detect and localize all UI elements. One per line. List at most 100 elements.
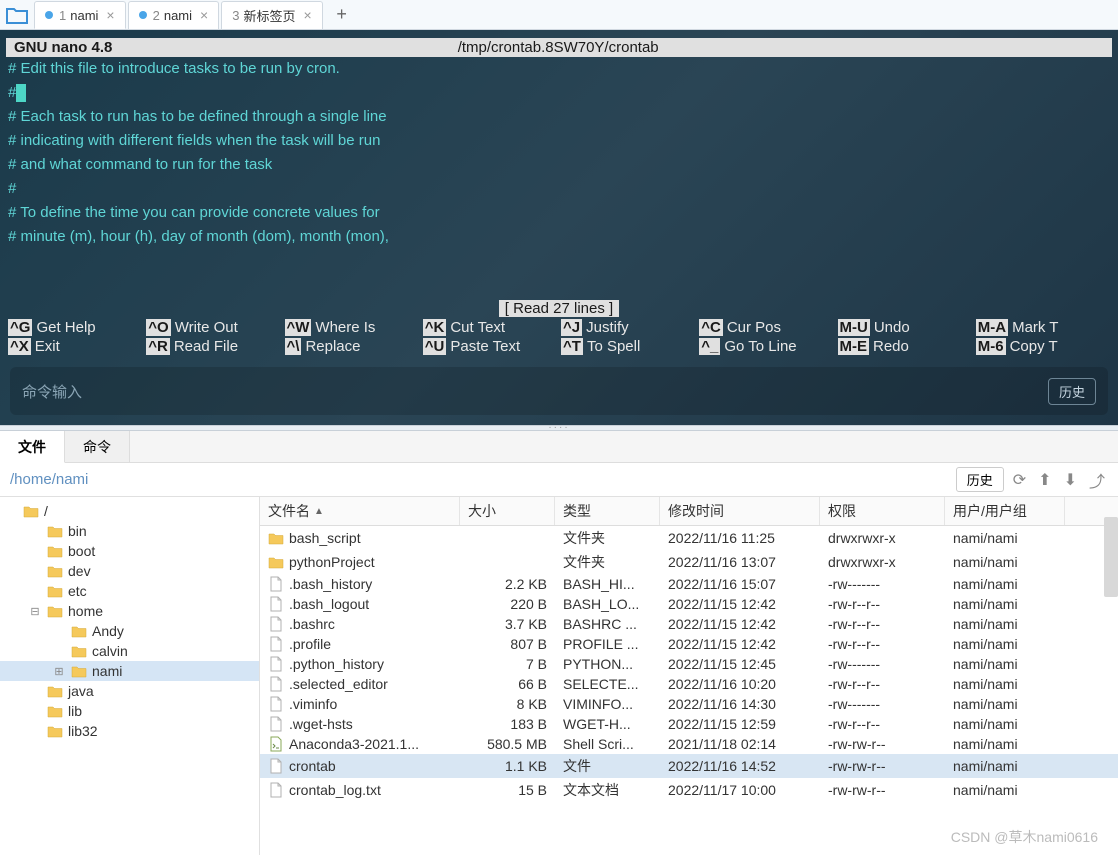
close-icon[interactable]: × — [106, 7, 114, 23]
up-level-icon[interactable]: ⤴ — [1086, 468, 1108, 492]
tab-commands[interactable]: 命令 — [65, 431, 130, 462]
shortcut-action: Exit — [35, 338, 60, 355]
tab-files[interactable]: 文件 — [0, 431, 65, 463]
close-icon[interactable]: × — [303, 7, 311, 23]
cell-perm: -rw-r--r-- — [820, 594, 945, 614]
file-row[interactable]: .wget-hsts183 BWGET-H...2022/11/15 12:59… — [260, 714, 1118, 734]
tree-label: bin — [68, 523, 87, 539]
cell-mtime: 2022/11/16 11:25 — [660, 526, 820, 550]
file-icon — [268, 782, 284, 798]
scrollbar[interactable] — [1104, 517, 1118, 597]
file-row[interactable]: .bash_history2.2 KBBASH_HI...2022/11/16 … — [260, 574, 1118, 594]
file-icon — [268, 676, 284, 692]
file-row[interactable]: bash_script文件夹2022/11/16 11:25drwxrwxr-x… — [260, 526, 1118, 550]
nano-line: # Edit this file to introduce tasks to b… — [8, 57, 1110, 81]
tab-label: nami — [70, 8, 98, 23]
cell-type: BASH_LO... — [555, 594, 660, 614]
close-icon[interactable]: × — [200, 7, 208, 23]
cell-perm: -rw------- — [820, 654, 945, 674]
tree-item[interactable]: / — [0, 501, 259, 521]
cell-name: Anaconda3-2021.1... — [260, 734, 460, 754]
terminal-pane[interactable]: GNU nano 4.8 /tmp/crontab.8SW70Y/crontab… — [0, 30, 1118, 425]
terminal-history-button[interactable]: 历史 — [1048, 378, 1096, 405]
tree-item[interactable]: ⊞ nami — [0, 661, 259, 681]
file-row[interactable]: crontab1.1 KB文件2022/11/16 14:52-rw-rw-r-… — [260, 754, 1118, 778]
horizontal-splitter[interactable] — [0, 425, 1118, 431]
nano-shortcut: ^GGet Help — [8, 319, 142, 336]
add-tab-button[interactable]: + — [330, 3, 354, 27]
cell-owner: nami/nami — [945, 526, 1065, 550]
cell-owner: nami/nami — [945, 734, 1065, 754]
cell-size: 2.2 KB — [460, 574, 555, 594]
folder-icon — [47, 704, 63, 718]
upload-icon[interactable]: ⬆ — [1035, 470, 1054, 490]
tree-item[interactable]: boot — [0, 541, 259, 561]
tree-item[interactable]: ⊟home — [0, 601, 259, 621]
nano-shortcut: ^TTo Spell — [561, 338, 695, 355]
tree-item[interactable]: dev — [0, 561, 259, 581]
file-row[interactable]: .bash_logout220 BBASH_LO...2022/11/15 12… — [260, 594, 1118, 614]
open-folder-icon[interactable] — [5, 5, 29, 25]
session-tab[interactable]: 3新标签页× — [221, 1, 322, 29]
file-row[interactable]: .selected_editor66 BSELECTE...2022/11/16… — [260, 674, 1118, 694]
shortcut-key: ^O — [146, 319, 170, 336]
shortcut-action: To Spell — [587, 338, 640, 355]
col-owner[interactable]: 用户/用户组 — [945, 497, 1065, 525]
cell-type: 文件夹 — [555, 526, 660, 550]
cell-name: .profile — [260, 634, 460, 654]
file-row[interactable]: .bashrc3.7 KBBASHRC ...2022/11/15 12:42-… — [260, 614, 1118, 634]
current-path[interactable]: /home/nami — [10, 471, 88, 488]
col-mtime[interactable]: 修改时间 — [660, 497, 820, 525]
tree-item[interactable]: calvin — [0, 641, 259, 661]
session-tab[interactable]: 2nami× — [128, 1, 220, 29]
tree-label: nami — [92, 663, 122, 679]
cell-name: crontab_log.txt — [260, 778, 460, 802]
col-size[interactable]: 大小 — [460, 497, 555, 525]
tree-item[interactable]: java — [0, 681, 259, 701]
cell-mtime: 2022/11/15 12:42 — [660, 594, 820, 614]
folder-icon — [71, 664, 87, 678]
cell-size — [460, 526, 555, 550]
cell-size: 8 KB — [460, 694, 555, 714]
folder-icon — [23, 504, 39, 518]
session-tab[interactable]: 1nami× — [34, 1, 126, 29]
path-bar: /home/nami 历史 ⟳ ⬆ ⬇ ⤴ — [0, 463, 1118, 497]
tree-item[interactable]: etc — [0, 581, 259, 601]
expander-icon[interactable]: ⊟ — [28, 605, 42, 618]
nano-body[interactable]: # Edit this file to introduce tasks to b… — [0, 57, 1118, 296]
tree-item[interactable]: bin — [0, 521, 259, 541]
nano-status: [ Read 27 lines ] — [0, 300, 1118, 317]
file-row[interactable]: .profile807 BPROFILE ...2022/11/15 12:42… — [260, 634, 1118, 654]
file-list-header: 文件名▲ 大小 类型 修改时间 权限 用户/用户组 — [260, 497, 1118, 526]
folder-tree[interactable]: /binbootdevetc⊟homeAndycalvin⊞namijavali… — [0, 497, 260, 855]
expander-icon[interactable]: ⊞ — [52, 665, 66, 678]
file-list[interactable]: 文件名▲ 大小 类型 修改时间 权限 用户/用户组 bash_script文件夹… — [260, 497, 1118, 855]
folder-icon — [71, 624, 87, 638]
cell-mtime: 2022/11/15 12:45 — [660, 654, 820, 674]
file-row[interactable]: .viminfo8 KBVIMINFO...2022/11/16 14:30-r… — [260, 694, 1118, 714]
file-row[interactable]: pythonProject文件夹2022/11/16 13:07drwxrwxr… — [260, 550, 1118, 574]
tree-item[interactable]: lib — [0, 701, 259, 721]
file-row[interactable]: .python_history7 BPYTHON...2022/11/15 12… — [260, 654, 1118, 674]
shortcut-action: Go To Line — [724, 338, 796, 355]
file-row[interactable]: Anaconda3-2021.1...580.5 MBShell Scri...… — [260, 734, 1118, 754]
tree-item[interactable]: lib32 — [0, 721, 259, 741]
session-tabs-bar: 1nami×2nami×3新标签页× + — [0, 0, 1118, 30]
cell-mtime: 2021/11/18 02:14 — [660, 734, 820, 754]
path-history-button[interactable]: 历史 — [956, 467, 1004, 492]
tree-item[interactable]: Andy — [0, 621, 259, 641]
file-icon — [268, 656, 284, 672]
folder-icon — [268, 554, 284, 570]
file-row[interactable]: crontab_log.txt15 B文本文档2022/11/17 10:00-… — [260, 778, 1118, 802]
col-name[interactable]: 文件名▲ — [260, 497, 460, 525]
folder-icon — [47, 604, 63, 618]
refresh-icon[interactable]: ⟳ — [1010, 470, 1029, 490]
col-type[interactable]: 类型 — [555, 497, 660, 525]
shortcut-key: ^T — [561, 338, 583, 355]
tab-number: 3 — [232, 8, 239, 23]
command-input[interactable]: 命令输入 — [22, 381, 1048, 402]
nano-line: # — [8, 81, 1110, 105]
download-icon[interactable]: ⬇ — [1061, 470, 1080, 490]
col-perm[interactable]: 权限 — [820, 497, 945, 525]
cell-name: .viminfo — [260, 694, 460, 714]
